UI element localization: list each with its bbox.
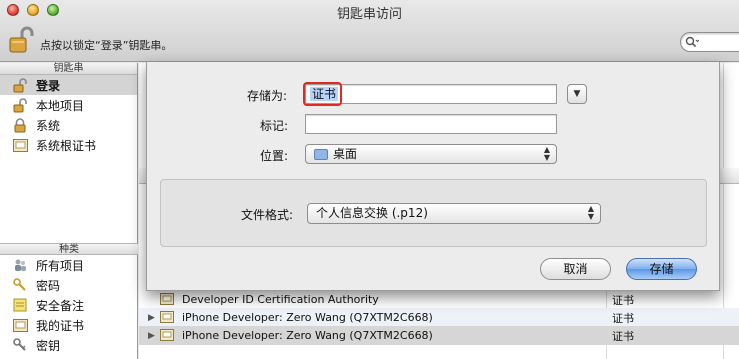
sidebar-item-label: 本地项目 (36, 98, 85, 113)
tags-label: 标记: (260, 119, 289, 133)
save-button[interactable]: 存储 (626, 258, 697, 280)
updown-arrows-icon: ▲ ▼ (543, 145, 550, 162)
lock-open-icon (12, 97, 28, 113)
search-field[interactable] (680, 32, 739, 52)
people-icon (12, 257, 28, 273)
file-format-label: 文件格式: (241, 208, 294, 222)
disclosure-triangle-icon[interactable]: ▶ (148, 331, 155, 341)
save-as-field[interactable]: 证书 (303, 82, 557, 106)
categories-section: 种类 所有项目 密码 安全备注 我的证书 密钥 (0, 243, 138, 355)
where-label: 位置: (260, 149, 289, 163)
category-all-items[interactable]: 所有项目 (0, 255, 138, 275)
where-value: 桌面 (333, 147, 358, 161)
row-kind: 证书 (612, 329, 634, 343)
row-name: iPhone Developer: Zero Wang (Q7XTM2C668) (182, 311, 433, 324)
key-icon (12, 337, 28, 353)
category-keys[interactable]: 密钥 (0, 335, 138, 355)
where-popup[interactable]: 桌面 ▲ ▼ (305, 144, 557, 164)
certificate-folder-icon (12, 137, 28, 153)
sidebar-item-system[interactable]: 系统 (0, 115, 137, 135)
row-kind: 证书 (612, 311, 634, 325)
category-label: 所有项目 (36, 258, 85, 273)
lock-open-icon (12, 77, 28, 93)
window-title: 钥匙串访问 (336, 7, 402, 22)
category-passwords[interactable]: 密码 (0, 275, 138, 295)
export-save-sheet: 存储为: 证书 ▼ 标记: 位置: 桌面 ▲ ▼ 文件格式: 个人信息交换 (.p… (146, 62, 720, 291)
save-as-label: 存储为: (247, 89, 288, 103)
updown-arrows-icon: ▲ ▼ (587, 204, 594, 221)
table-row-selected[interactable]: ▶ iPhone Developer: Zero Wang (Q7XTM2C66… (139, 326, 739, 345)
lock-hint-text: 点按以锁定“登录”钥匙串。 (40, 39, 173, 52)
search-icon (685, 36, 699, 48)
lock-open-icon[interactable] (8, 26, 34, 54)
category-label: 安全备注 (36, 298, 85, 313)
sidebar: 钥匙串 登录 本地项目 系统 系统根证书 种类 所有项目 密码 安全备注 我的证… (0, 63, 138, 359)
key-pencil-icon (12, 277, 28, 293)
keychains-header: 钥匙串 (0, 63, 137, 75)
certificate-icon (12, 317, 28, 333)
window-titlebar: 钥匙串访问 点按以锁定“登录”钥匙串。 (0, 0, 739, 62)
certificate-icon (160, 329, 174, 341)
lock-icon (12, 117, 28, 133)
table-row[interactable]: ▶ iPhone Developer: Zero Wang (Q7XTM2C66… (139, 308, 739, 327)
expand-dialog-button[interactable]: ▼ (567, 84, 587, 104)
sidebar-item-label: 登录 (36, 78, 61, 93)
sidebar-item-label: 系统 (36, 118, 61, 133)
category-label: 密码 (36, 278, 61, 293)
sidebar-item-local[interactable]: 本地项目 (0, 95, 137, 115)
table-row[interactable]: Developer ID Certification Authority 证书 (139, 290, 739, 309)
disclosure-triangle-icon[interactable]: ▶ (148, 313, 155, 323)
file-format-popup[interactable]: 个人信息交换 (.p12) ▲ ▼ (307, 203, 601, 224)
file-format-value: 个人信息交换 (.p12) (316, 206, 428, 220)
row-kind: 证书 (612, 293, 634, 307)
category-label: 我的证书 (36, 318, 85, 333)
sidebar-item-label: 系统根证书 (36, 138, 97, 153)
categories-header: 种类 (0, 243, 138, 255)
sidebar-item-system-roots[interactable]: 系统根证书 (0, 135, 137, 155)
highlight-box (303, 82, 342, 106)
category-secure-notes[interactable]: 安全备注 (0, 295, 138, 315)
row-name: Developer ID Certification Authority (182, 293, 379, 306)
tags-field[interactable] (305, 114, 557, 134)
row-name: iPhone Developer: Zero Wang (Q7XTM2C668) (182, 329, 433, 342)
category-label: 密钥 (36, 338, 61, 353)
folder-icon (314, 149, 328, 160)
category-my-certificates[interactable]: 我的证书 (0, 315, 138, 335)
cancel-button[interactable]: 取消 (540, 258, 611, 280)
certificate-icon (160, 293, 174, 305)
sidebar-item-login[interactable]: 登录 (0, 75, 137, 95)
certificate-icon (160, 311, 174, 323)
note-icon (12, 297, 28, 313)
